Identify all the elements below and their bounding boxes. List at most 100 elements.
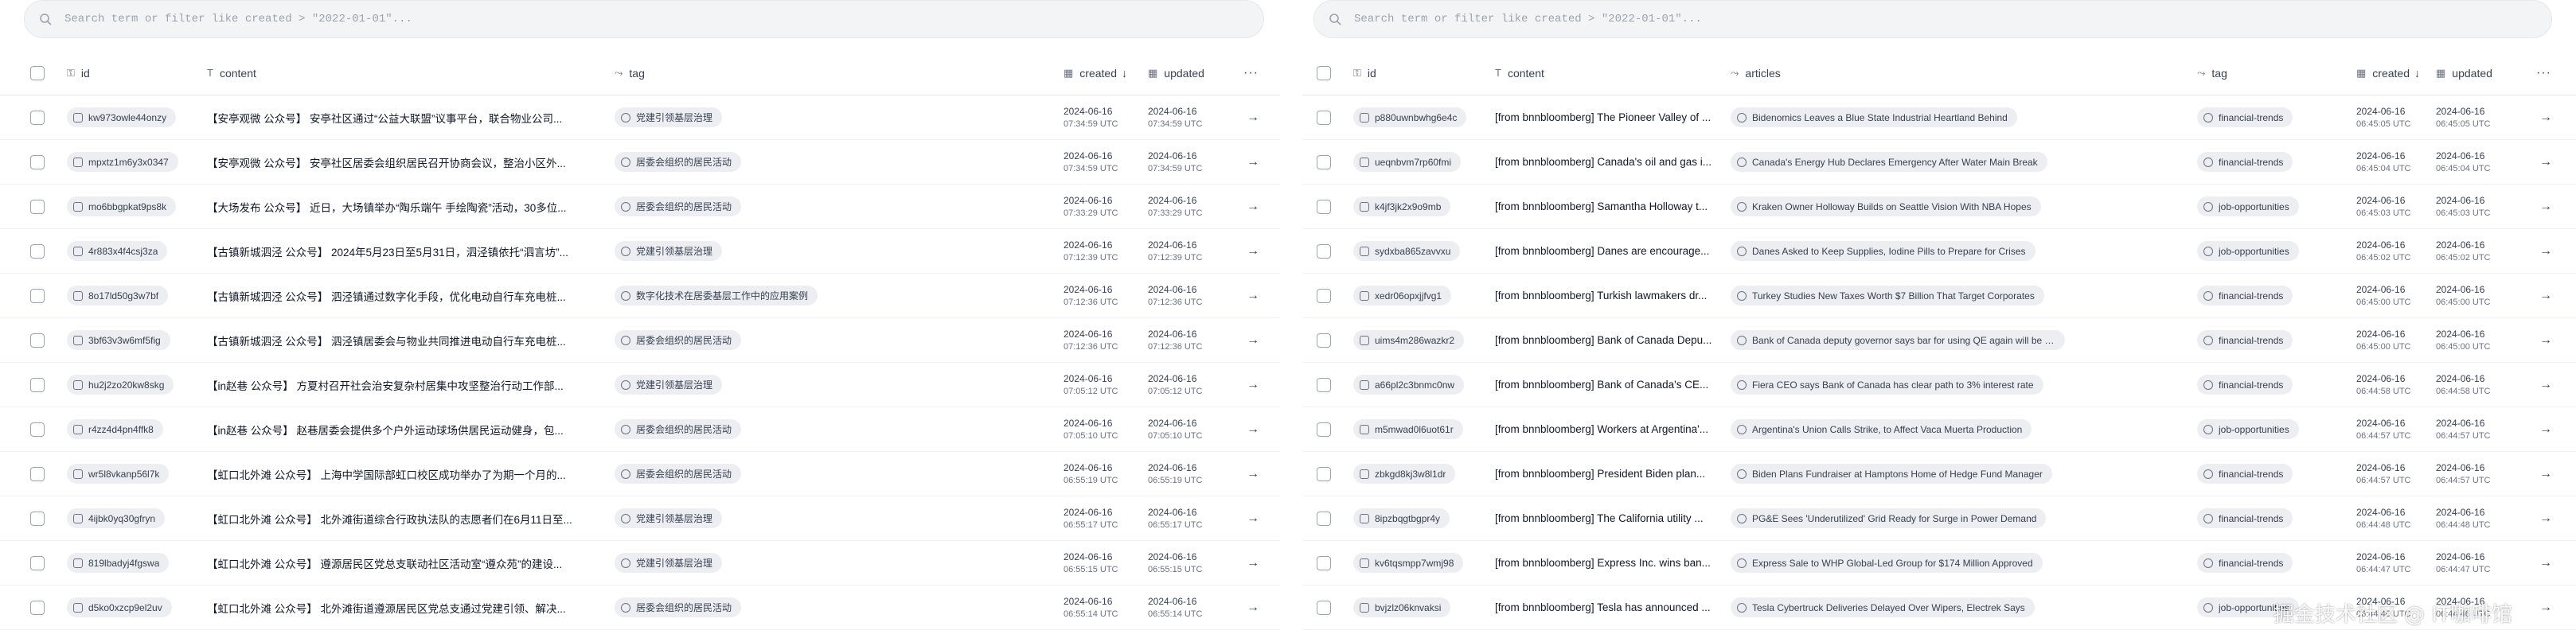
row-checkbox[interactable] (1317, 600, 1331, 615)
open-record-button[interactable]: → (1247, 229, 1259, 273)
table-row[interactable]: 8o17ld50g3w7bf 【古镇新城泗泾 公众号】 泗泾镇通过数字化手段，优化… (0, 274, 1280, 318)
open-record-button[interactable]: → (1247, 140, 1259, 184)
relation-pill[interactable]: d5ko0xzcp9el2uv (67, 597, 172, 617)
open-record-button[interactable]: → (1247, 274, 1259, 317)
relation-pill[interactable]: Argentina's Union Calls Strike, to Affec… (1731, 419, 2032, 439)
relation-pill[interactable]: 居委会组织的居民活动 (615, 330, 742, 350)
search-input[interactable] (1354, 13, 2455, 25)
open-record-button[interactable]: → (1247, 496, 1259, 540)
relation-pill[interactable]: wr5l8vkanp56l7k (67, 464, 170, 484)
relation-pill[interactable]: financial-trends (2197, 286, 2293, 305)
relation-pill[interactable]: Express Sale to WHP Global-Led Group for… (1731, 553, 2043, 573)
table-row[interactable]: 4ijbk0yq30gfryn 【虹口北外滩 公众号】 北外滩街道综合行政执法队的… (0, 496, 1280, 541)
open-record-button[interactable]: → (1247, 407, 1259, 451)
relation-pill[interactable]: kv6tqsmpp7wmj98 (1353, 553, 1464, 573)
relation-pill[interactable]: p880uwnbwhg6e4c (1353, 107, 1467, 127)
relation-pill[interactable]: 居委会组织的居民活动 (615, 196, 742, 216)
relation-pill[interactable]: Bidenomics Leaves a Blue State Industria… (1731, 107, 2017, 127)
relation-pill[interactable]: Bank of Canada deputy governor says bar … (1731, 330, 2065, 350)
row-checkbox[interactable] (30, 154, 45, 169)
row-checkbox[interactable] (30, 199, 45, 214)
relation-pill[interactable]: 党建引领基层治理 (615, 375, 723, 395)
row-checkbox[interactable] (1317, 333, 1331, 348)
relation-pill[interactable]: financial-trends (2197, 464, 2293, 484)
open-record-button[interactable]: → (1247, 586, 1259, 629)
relation-pill[interactable]: mpxtz1m6y3x0347 (67, 152, 178, 172)
relation-pill[interactable]: 居委会组织的居民活动 (615, 464, 742, 484)
table-row[interactable]: a66pl2c3bnmc0nw [from bnnbloomberg] Bank … (1302, 363, 2576, 407)
select-all-checkbox[interactable] (1317, 65, 1331, 80)
row-checkbox[interactable] (1317, 377, 1331, 392)
relation-pill[interactable]: 3bf63v3w6mf5fig (67, 330, 170, 350)
open-record-button[interactable]: → (1247, 363, 1259, 407)
relation-pill[interactable]: 党建引领基层治理 (615, 508, 723, 528)
row-checkbox[interactable] (30, 288, 45, 303)
column-header-tag[interactable]: ⤳ tag (615, 51, 645, 95)
table-row[interactable]: 8ipzbqgtbgpr4y [from bnnbloomberg] The Ca… (1302, 496, 2576, 541)
row-checkbox[interactable] (1317, 511, 1331, 526)
column-header-updated[interactable]: ▦ updated (2436, 51, 2492, 95)
relation-pill[interactable]: Fiera CEO says Bank of Canada has clear … (1731, 375, 2043, 395)
relation-pill[interactable]: 居委会组织的居民活动 (615, 152, 742, 172)
table-row[interactable]: 3bf63v3w6mf5fig 【古镇新城泗泾 公众号】 泗泾镇居委会与物业共同推… (0, 318, 1280, 363)
relation-pill[interactable]: financial-trends (2197, 553, 2293, 573)
relation-pill[interactable]: r4zz4d4pn4ffk8 (67, 419, 163, 439)
relation-pill[interactable]: Canada's Energy Hub Declares Emergency A… (1731, 152, 2047, 172)
table-row[interactable]: ueqnbvm7rp60fmi [from bnnbloomberg] Canad… (1302, 140, 2576, 185)
relation-pill[interactable]: 居委会组织的居民活动 (615, 419, 742, 439)
relation-pill[interactable]: mo6bbgpkat9ps8k (67, 196, 177, 216)
row-checkbox[interactable] (30, 110, 45, 125)
table-row[interactable]: uims4m286wazkr2 [from bnnbloomberg] Bank … (1302, 318, 2576, 363)
relation-pill[interactable]: Turkey Studies New Taxes Worth $7 Billio… (1731, 286, 2044, 305)
open-record-button[interactable]: → (1247, 541, 1259, 585)
relation-pill[interactable]: xedr06opxjjfvg1 (1353, 286, 1452, 305)
open-record-button[interactable]: → (1247, 452, 1259, 496)
relation-pill[interactable]: 819lbadyj4fgswa (67, 553, 170, 573)
table-row[interactable]: mo6bbgpkat9ps8k 【大场发布 公众号】 近日，大场镇举办“陶乐端午 … (0, 185, 1280, 229)
column-header-id[interactable]: ⚿ id (67, 51, 90, 95)
relation-pill[interactable]: m5mwad0l6uot61r (1353, 419, 1463, 439)
table-row[interactable]: p880uwnbwhg6e4c [from bnnbloomberg] The P… (1302, 95, 2576, 140)
relation-pill[interactable]: zbkgd8kj3w8l1dr (1353, 464, 1456, 484)
table-row[interactable]: m5mwad0l6uot61r [from bnnbloomberg] Worke… (1302, 407, 2576, 452)
row-checkbox[interactable] (30, 377, 45, 392)
relation-pill[interactable]: 居委会组织的居民活动 (615, 597, 742, 617)
row-checkbox[interactable] (1317, 466, 1331, 481)
relation-pill[interactable]: financial-trends (2197, 375, 2293, 395)
relation-pill[interactable]: financial-trends (2197, 508, 2293, 528)
open-record-button[interactable]: → (2539, 452, 2552, 496)
table-row[interactable]: zbkgd8kj3w8l1dr [from bnnbloomberg] Presi… (1302, 452, 2576, 496)
search-input[interactable] (64, 13, 1167, 25)
relation-pill[interactable]: k4jf3jk2x9o9mb (1353, 196, 1451, 216)
row-checkbox[interactable] (30, 466, 45, 481)
relation-pill[interactable]: Kraken Owner Holloway Builds on Seattle … (1731, 196, 2041, 216)
relation-pill[interactable]: 党建引领基层治理 (615, 241, 723, 261)
relation-pill[interactable]: job-opportunities (2197, 419, 2299, 439)
table-row[interactable]: sydxba865zavvxu [from bnnbloomberg] Danes… (1302, 229, 2576, 274)
relation-pill[interactable]: job-opportunities (2197, 241, 2299, 261)
open-record-button[interactable]: → (2539, 586, 2552, 629)
relation-pill[interactable]: 党建引领基层治理 (615, 107, 723, 127)
relation-pill[interactable]: 8o17ld50g3w7bf (67, 286, 169, 305)
relation-pill[interactable]: 4ijbk0yq30gfryn (67, 508, 166, 528)
open-record-button[interactable]: → (2539, 274, 2552, 317)
table-row[interactable]: k4jf3jk2x9o9mb [from bnnbloomberg] Samant… (1302, 185, 2576, 229)
relation-pill[interactable]: financial-trends (2197, 330, 2293, 350)
relation-pill[interactable]: ueqnbvm7rp60fmi (1353, 152, 1462, 172)
relation-pill[interactable]: Tesla Cybertruck Deliveries Delayed Over… (1731, 597, 2035, 617)
relation-pill[interactable]: financial-trends (2197, 152, 2293, 172)
relation-pill[interactable]: PG&E Sees 'Underutilized' Grid Ready for… (1731, 508, 2047, 528)
table-row[interactable]: d5ko0xzcp9el2uv 【虹口北外滩 公众号】 北外滩街道遵源居民区党总支… (0, 586, 1280, 630)
open-record-button[interactable]: → (2539, 229, 2552, 273)
open-record-button[interactable]: → (1247, 95, 1259, 139)
relation-pill[interactable]: hu2j2zo20kw8skg (67, 375, 174, 395)
table-row[interactable]: hu2j2zo20kw8skg 【in赵巷 公众号】 方夏村召开社会治安复杂村居集… (0, 363, 1280, 407)
open-record-button[interactable]: → (2539, 541, 2552, 585)
row-checkbox[interactable] (30, 600, 45, 615)
column-options-button[interactable]: ··· (2536, 51, 2551, 95)
row-checkbox[interactable] (30, 333, 45, 348)
open-record-button[interactable]: → (2539, 95, 2552, 139)
row-checkbox[interactable] (1317, 422, 1331, 437)
row-checkbox[interactable] (30, 422, 45, 437)
table-row[interactable]: xedr06opxjjfvg1 [from bnnbloomberg] Turki… (1302, 274, 2576, 318)
